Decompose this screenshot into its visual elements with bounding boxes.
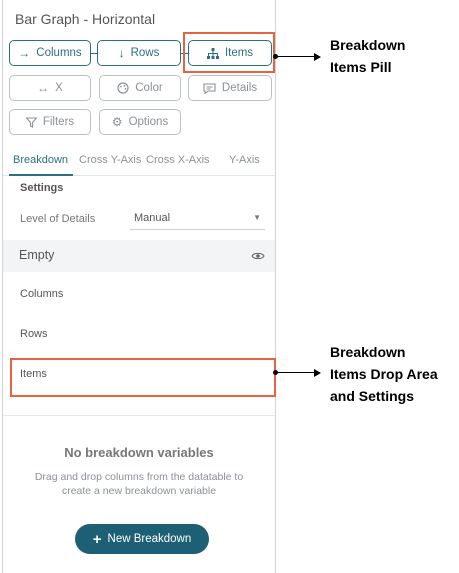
items-drop-area-highlight [10,358,276,397]
eye-icon[interactable] [251,248,265,266]
tab-cross-x-axis[interactable]: Cross X-Axis [146,154,210,166]
no-breakdown-title: No breakdown variables [64,445,214,460]
empty-label: Empty [19,248,55,262]
filters-pill[interactable]: Filters [9,109,91,135]
new-breakdown-label: New Breakdown [107,533,192,545]
details-pill-label: Details [221,82,258,94]
columns-pill[interactable]: → Columns [9,40,91,66]
annotation-line [276,56,316,57]
tab-cross-y-axis[interactable]: Cross Y-Axis [79,154,141,166]
panel-title: Bar Graph - Horizontal [15,11,156,27]
color-pill[interactable]: Color [99,75,181,101]
color-pill-label: Color [135,82,163,94]
section-divider [3,415,275,416]
gear-icon: ⚙ [111,115,123,129]
level-of-details-label: Level of Details [20,213,96,225]
items-pill-highlight [183,32,275,73]
arrow-right-icon: → [18,46,31,60]
x-pill-label: X [55,82,63,94]
speech-bubble-icon [203,82,216,94]
no-breakdown-description: Drag and drop columns from the datatable… [34,471,244,497]
plus-icon: + [92,530,102,548]
new-breakdown-button[interactable]: + New Breakdown [75,524,209,554]
tab-breakdown[interactable]: Breakdown [13,154,68,166]
drop-area-annotation-line-2: Items Drop Area [330,366,438,382]
drop-area-annotation-line-1: Breakdown [330,344,406,360]
pill-annotation-line-1: Breakdown [330,37,406,53]
arrow-down-icon: ↓ [118,46,125,60]
drop-area-annotation-line-3: and Settings [330,388,415,404]
pill-annotation: Breakdown Items Pill [330,34,405,78]
columns-drop-area[interactable]: Columns [20,288,63,300]
x-pill[interactable]: ↔ X [9,75,91,101]
active-tab-indicator [9,174,73,176]
tab-y-axis[interactable]: Y-Axis [229,154,260,166]
double-arrow-icon: ↔ [37,81,50,95]
filter-icon [25,116,37,128]
tab-bar: Breakdown Cross Y-Axis Cross X-Axis Y-Ax… [3,150,275,176]
settings-panel: Bar Graph - Horizontal → Columns ↓ Rows … [2,0,276,573]
settings-heading: Settings [20,182,64,194]
options-pill-label: Options [128,116,169,128]
details-pill[interactable]: Details [188,75,272,101]
empty-breakdown-row: Empty [3,240,275,272]
arrow-right-icon [314,369,321,377]
chevron-down-icon: ▼ [253,213,261,222]
rows-pill-label: Rows [130,47,160,59]
level-of-details-select[interactable]: Manual ▼ [130,208,265,230]
drop-area-annotation: Breakdown Items Drop Area and Settings [330,341,438,407]
annotation-line [276,372,316,373]
options-pill[interactable]: ⚙ Options [99,109,181,135]
palette-icon [117,82,129,94]
columns-pill-label: Columns [36,47,82,59]
arrow-right-icon [314,53,321,61]
pill-annotation-line-2: Items Pill [330,59,392,75]
level-of-details-value: Manual [134,212,171,224]
rows-drop-area[interactable]: Rows [20,328,48,340]
rows-pill[interactable]: ↓ Rows [97,40,181,66]
filters-pill-label: Filters [42,116,75,128]
